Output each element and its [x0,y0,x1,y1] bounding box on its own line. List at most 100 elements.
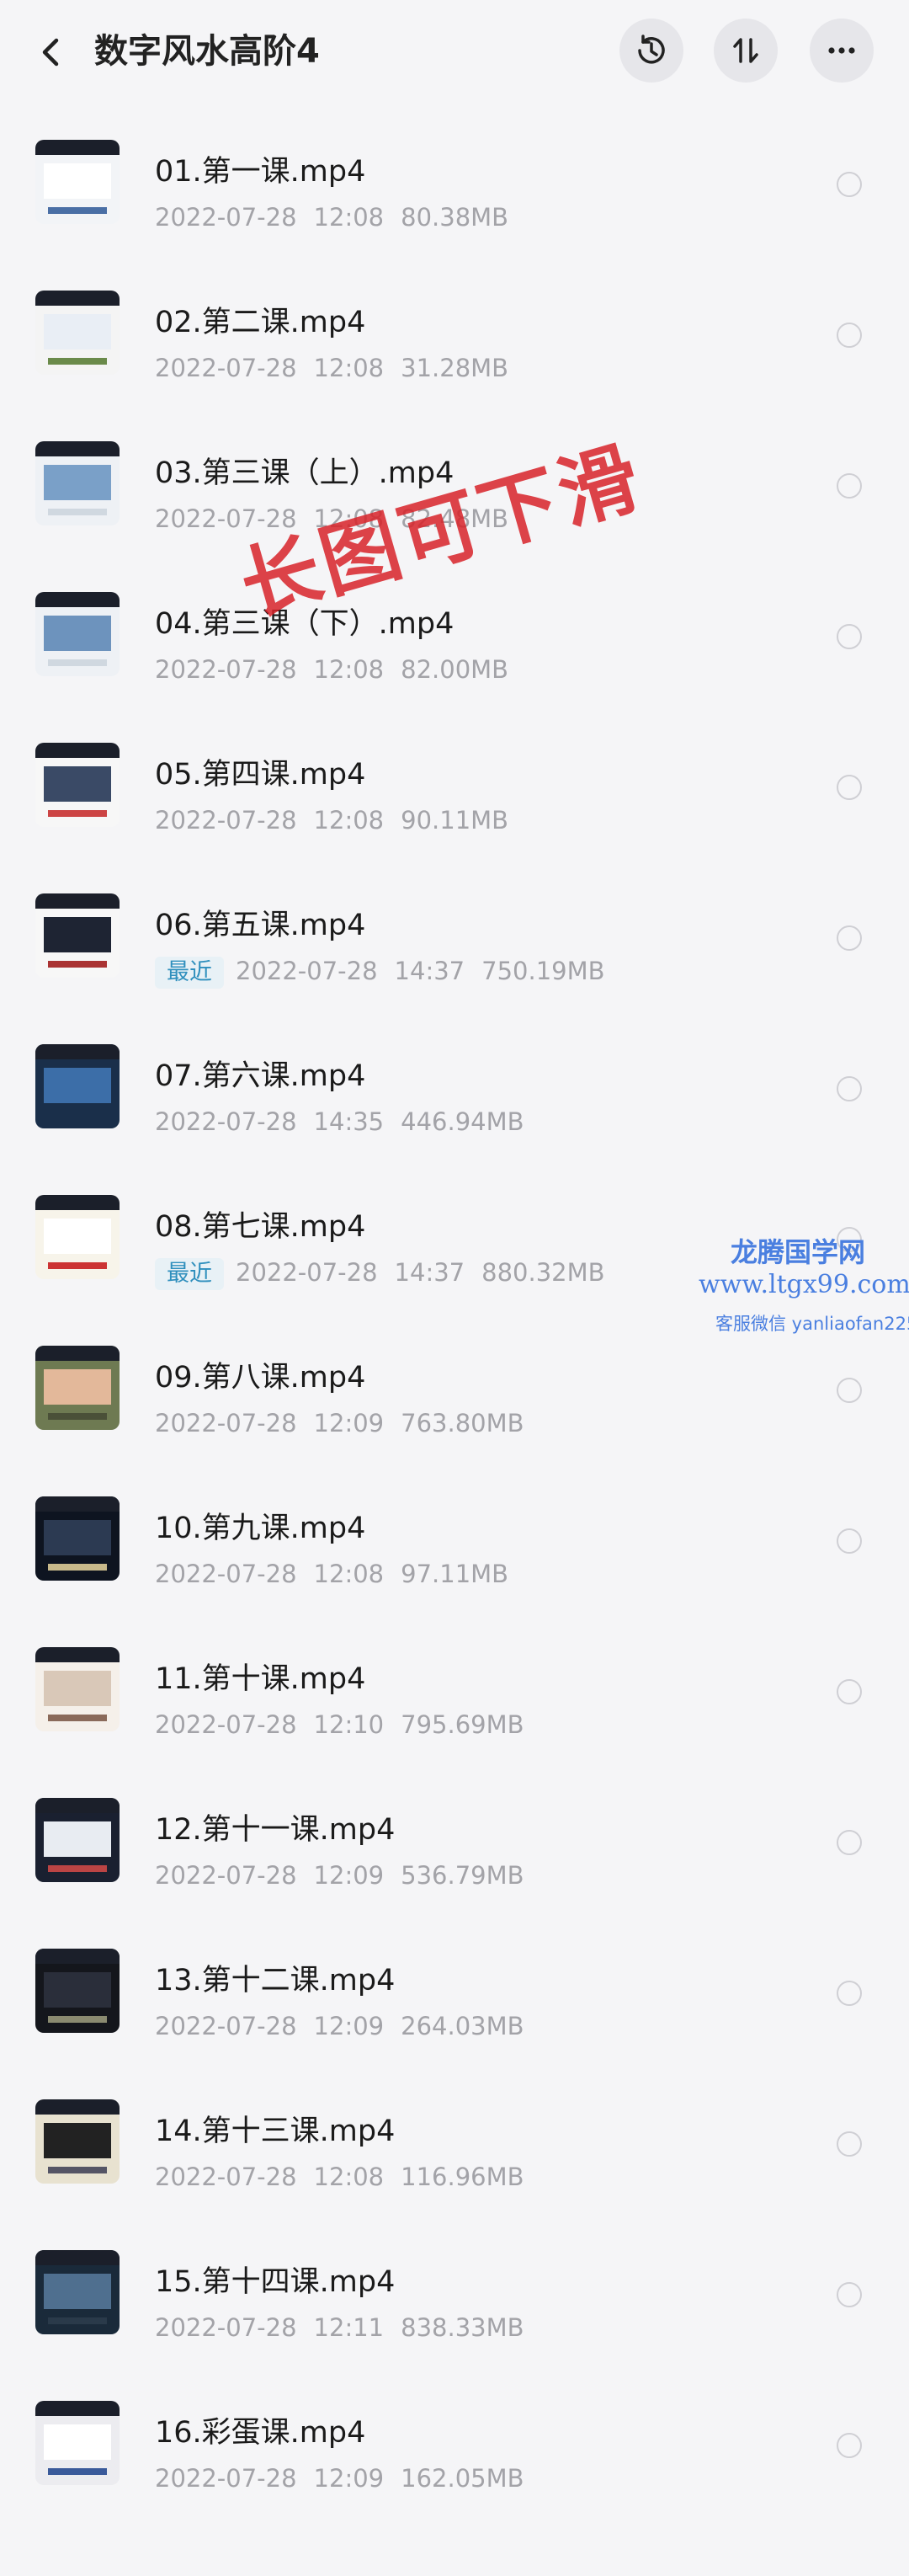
file-row[interactable]: 05.第四课.mp4 2022-07-28 12:08 90.11MB [0,702,909,852]
video-thumbnail [35,2099,120,2184]
select-radio[interactable] [837,1378,862,1403]
file-date: 2022-07-28 [155,1409,297,1437]
file-time: 12:08 [313,354,385,382]
file-row[interactable]: 01.第一课.mp4 2022-07-28 12:08 80.38MB [0,99,909,249]
chevron-left-icon [42,38,59,67]
file-date: 2022-07-28 [236,1258,378,1287]
file-time: 12:09 [313,2464,385,2493]
file-size: 536.79MB [401,1861,524,1890]
file-meta: 2022-07-28 12:09 763.80MB [155,1408,524,1438]
file-name: 05.第四课.mp4 [155,758,366,792]
recent-badge: 最近 [155,1258,224,1290]
file-time: 12:10 [313,1710,385,1739]
select-radio[interactable] [837,1528,862,1554]
select-radio[interactable] [837,2282,862,2307]
video-thumbnail [35,2250,120,2334]
file-name: 08.第七课.mp4 [155,1210,366,1244]
file-time: 12:08 [313,203,385,232]
file-meta: 2022-07-28 12:11 838.33MB [155,2312,524,2343]
select-radio[interactable] [837,2131,862,2157]
file-name: 07.第六课.mp4 [155,1059,366,1093]
file-size: 838.33MB [401,2313,524,2342]
file-row[interactable]: 15.第十四课.mp4 2022-07-28 12:11 838.33MB [0,2210,909,2360]
watermark-url: www.ltgx99.com [699,1270,909,1299]
file-meta: 2022-07-28 12:08 82.00MB [155,654,508,685]
sort-icon [733,38,758,63]
file-size: 264.03MB [401,2012,524,2040]
video-thumbnail [35,893,120,978]
video-thumbnail [35,291,120,375]
file-row[interactable]: 06.第五课.mp4 最近 2022-07-28 14:37 750.19MB [0,853,909,1003]
file-row[interactable]: 07.第六课.mp4 2022-07-28 14:35 446.94MB [0,1004,909,1154]
select-radio[interactable] [837,323,862,348]
file-time: 12:09 [313,1409,385,1437]
video-thumbnail [35,2401,120,2485]
file-date: 2022-07-28 [155,2163,297,2191]
video-thumbnail [35,1044,120,1128]
file-date: 2022-07-28 [155,1560,297,1588]
file-meta: 2022-07-28 12:10 795.69MB [155,1709,524,1740]
back-button[interactable] [25,27,76,77]
video-thumbnail [35,1798,120,1882]
file-row[interactable]: 13.第十二课.mp4 2022-07-28 12:09 264.03MB [0,1908,909,2058]
file-date: 2022-07-28 [155,2464,297,2493]
sort-button[interactable] [714,19,778,83]
file-name: 14.第十三课.mp4 [155,2115,396,2148]
file-meta: 2022-07-28 12:09 264.03MB [155,2011,524,2041]
file-date: 2022-07-28 [155,655,297,684]
video-thumbnail [35,441,120,525]
video-thumbnail [35,1949,120,2033]
file-name: 12.第十一课.mp4 [155,1813,396,1847]
select-radio[interactable] [837,1830,862,1855]
file-row[interactable]: 10.第九课.mp4 2022-07-28 12:08 97.11MB [0,1456,909,1606]
watermark-contact: 客服微信 yanliaofan225 [715,1314,909,1334]
select-radio[interactable] [837,925,862,951]
file-time: 12:08 [313,655,385,684]
select-radio[interactable] [837,624,862,649]
file-meta: 2022-07-28 12:09 162.05MB [155,2463,524,2493]
file-size: 31.28MB [401,354,509,382]
file-row[interactable]: 16.彩蛋课.mp4 2022-07-28 12:09 162.05MB [0,2360,909,2510]
file-date: 2022-07-28 [155,2012,297,2040]
select-radio[interactable] [837,1981,862,2006]
file-meta: 2022-07-28 12:08 31.28MB [155,353,508,383]
select-radio[interactable] [837,775,862,800]
file-date: 2022-07-28 [155,1861,297,1890]
more-options-button[interactable] [810,19,874,83]
file-meta: 2022-07-28 12:08 80.38MB [155,202,508,232]
file-name: 10.第九课.mp4 [155,1512,366,1545]
file-date: 2022-07-28 [236,957,378,985]
file-meta: 2022-07-28 12:08 90.11MB [155,805,508,835]
video-thumbnail [35,140,120,224]
file-size: 750.19MB [481,957,605,985]
video-thumbnail [35,743,120,827]
select-radio[interactable] [837,1076,862,1101]
select-radio[interactable] [837,1679,862,1704]
recent-badge: 最近 [155,957,224,989]
select-radio[interactable] [837,172,862,197]
file-row[interactable]: 11.第十课.mp4 2022-07-28 12:10 795.69MB [0,1607,909,1757]
app-header: 数字风水高阶4 [0,0,909,101]
file-size: 90.11MB [401,806,509,835]
file-size: 97.11MB [401,1560,509,1588]
recent-history-button[interactable] [619,19,683,83]
file-time: 12:08 [313,1560,385,1588]
select-radio[interactable] [837,2433,862,2458]
folder-title: 数字风水高阶4 [94,32,320,71]
file-meta: 最近 2022-07-28 14:37 880.32MB [155,1257,605,1290]
select-radio[interactable] [837,473,862,499]
file-row[interactable]: 12.第十一课.mp4 2022-07-28 12:09 536.79MB [0,1757,909,1907]
file-meta: 最近 2022-07-28 14:37 750.19MB [155,956,605,989]
more-dots-icon [828,47,855,54]
file-row[interactable]: 02.第二课.mp4 2022-07-28 12:08 31.28MB [0,250,909,400]
file-meta: 2022-07-28 14:35 446.94MB [155,1107,524,1137]
file-row[interactable]: 14.第十三课.mp4 2022-07-28 12:08 116.96MB [0,2059,909,2209]
file-time: 12:09 [313,1861,385,1890]
file-time: 12:08 [313,806,385,835]
file-size: 82.00MB [401,655,509,684]
watermark-site-name: 龙腾国学网 [731,1236,866,1268]
file-time: 14:37 [394,1258,465,1287]
file-date: 2022-07-28 [155,1107,297,1136]
file-name: 15.第十四课.mp4 [155,2265,396,2299]
file-date: 2022-07-28 [155,354,297,382]
